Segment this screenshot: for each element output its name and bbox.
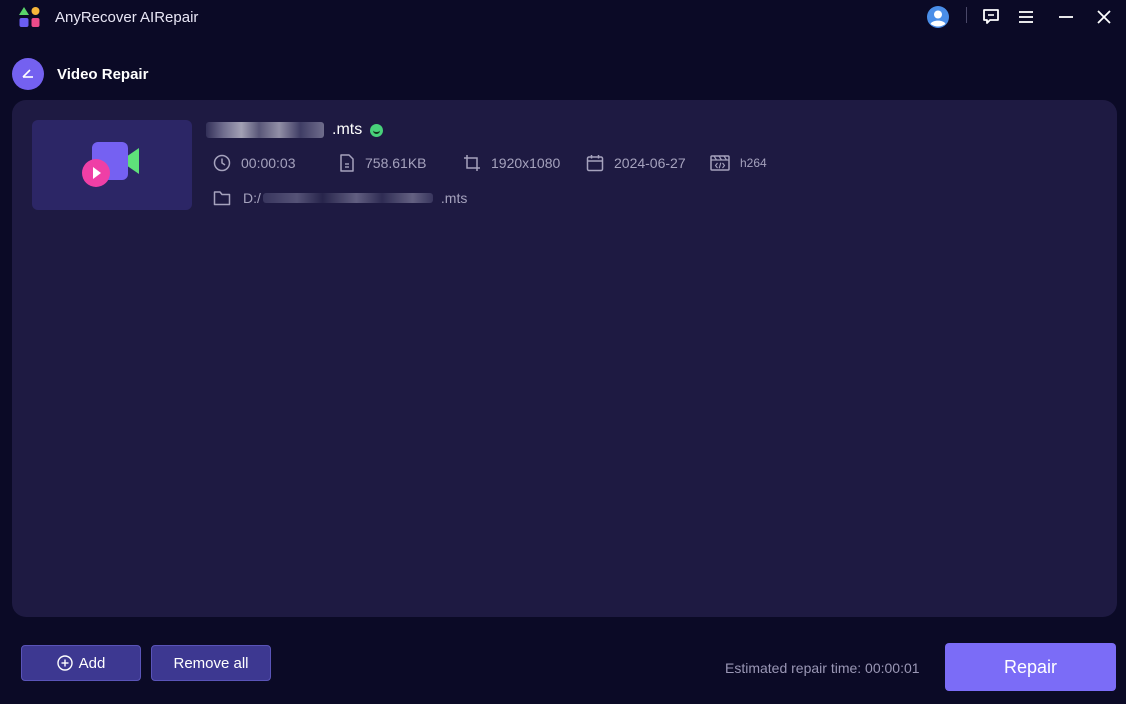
status-ok-icon	[370, 123, 384, 137]
titlebar-divider	[966, 7, 967, 23]
path-suffix: .mts	[440, 190, 468, 206]
file-item[interactable]: .mts 00:00:03 758.61KB 1920x1080 2024-06…	[32, 120, 852, 220]
app-logo-icon	[18, 5, 42, 29]
close-icon[interactable]	[1091, 4, 1117, 30]
date-value: 2024-06-27	[614, 155, 686, 171]
resolution-info: 1920x1080	[463, 154, 560, 172]
codec-icon	[710, 155, 730, 171]
video-thumbnail	[32, 120, 192, 210]
file-extension: .mts	[332, 121, 363, 138]
resolution-value: 1920x1080	[491, 155, 561, 171]
video-file-icon	[82, 142, 139, 187]
repair-button[interactable]: Repair	[945, 643, 1116, 691]
folder-icon	[213, 191, 231, 206]
duration-info: 00:00:03	[213, 154, 296, 172]
plus-circle-icon	[56, 655, 73, 671]
path-prefix: D:/	[243, 190, 261, 206]
file-list-panel: .mts 00:00:03 758.61KB 1920x1080 2024-06…	[12, 100, 1117, 617]
blurred-path	[262, 193, 433, 203]
date-info: 2024-06-27	[586, 154, 686, 172]
size-info: 758.61KB	[339, 154, 427, 172]
title-bar: AnyRecover AIRepair	[0, 0, 1126, 36]
remove-all-button[interactable]: Remove all	[151, 645, 271, 681]
menu-icon[interactable]	[1013, 4, 1039, 30]
back-arrow-icon	[22, 69, 33, 78]
duration-value: 00:00:03	[241, 155, 296, 171]
clock-icon	[213, 154, 231, 172]
feedback-icon[interactable]	[978, 4, 1004, 30]
estimated-repair-time: Estimated repair time: 00:00:01	[725, 660, 920, 676]
back-button[interactable]	[12, 58, 44, 90]
size-value: 758.61KB	[365, 155, 427, 171]
add-button[interactable]: Add	[21, 645, 141, 681]
crop-icon	[464, 155, 480, 171]
blurred-file-name	[206, 122, 324, 138]
file-icon	[340, 154, 354, 172]
page-title: Video Repair	[57, 66, 149, 83]
calendar-icon	[586, 155, 604, 172]
add-button-label: Add	[78, 654, 106, 672]
remove-all-label: Remove all	[173, 654, 249, 672]
file-path: D:/ .mts	[213, 190, 467, 206]
minimize-icon[interactable]	[1053, 4, 1079, 30]
codec-value: h264	[740, 156, 767, 170]
repair-button-label: Repair	[1003, 656, 1058, 677]
user-avatar-icon[interactable]	[925, 4, 951, 30]
file-name: .mts	[206, 120, 384, 140]
app-title: AnyRecover AIRepair	[55, 9, 199, 26]
codec-info: h264	[710, 154, 767, 172]
